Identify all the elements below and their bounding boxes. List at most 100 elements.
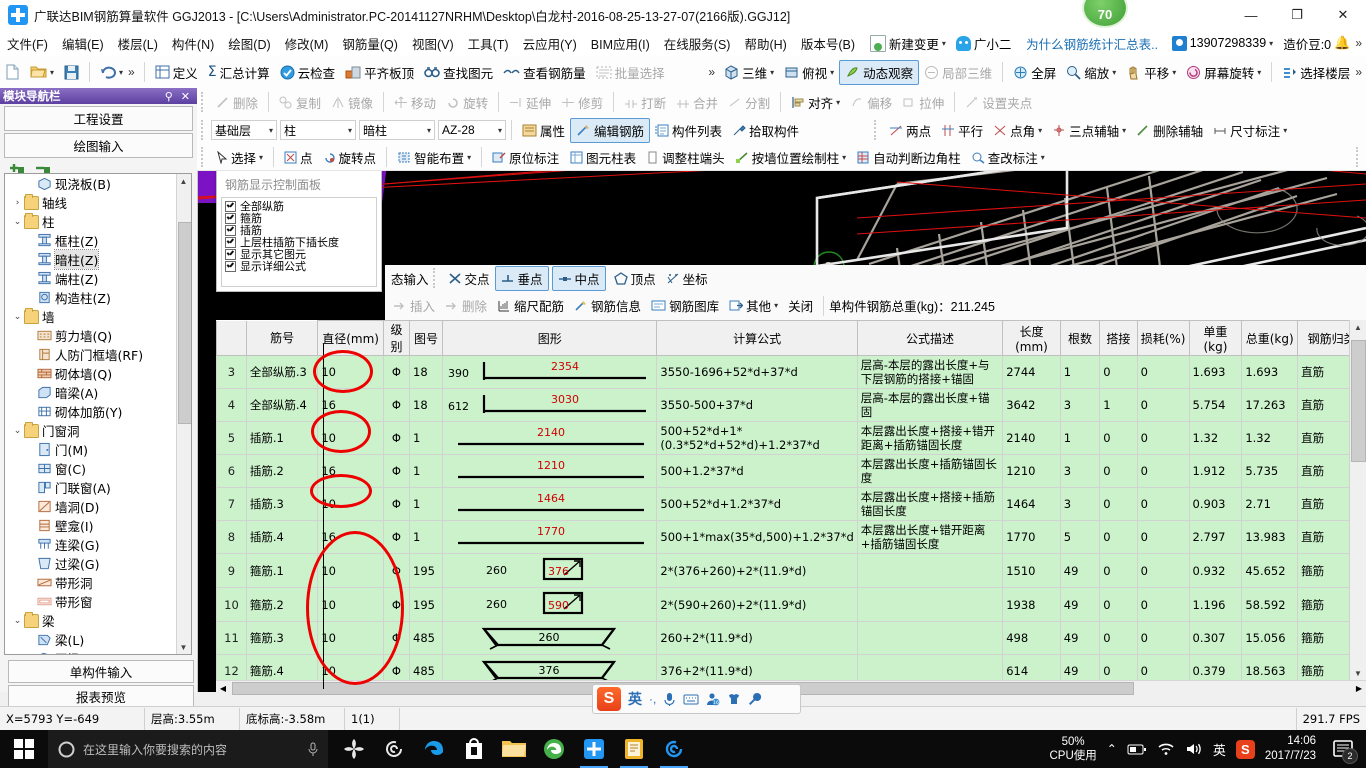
sogou-logo-icon[interactable]: S: [597, 687, 621, 711]
offset-button[interactable]: 偏移: [845, 91, 897, 114]
menu-draw[interactable]: 绘图(D): [221, 31, 277, 56]
cell-total-weight[interactable]: 17.263: [1241, 388, 1299, 422]
cell-formula[interactable]: 2*(376+260)+2*(11.9*d): [656, 553, 858, 588]
chevron-down-icon[interactable]: ▾: [836, 98, 840, 107]
new-file-button[interactable]: [0, 62, 25, 82]
tree-expander-icon[interactable]: ⌄: [11, 217, 24, 227]
cell-description[interactable]: 层高-本层的露出长度+与下层钢筋的搭接+锚固: [856, 355, 1004, 389]
cell-loss[interactable]: 0: [1136, 355, 1190, 389]
cell-loss[interactable]: 0: [1136, 421, 1190, 455]
chevron-down-icon[interactable]: ▾: [770, 68, 774, 77]
pin-icon[interactable]: ⚲: [161, 90, 177, 103]
table-row[interactable]: 9 箍筋.1 10 Φ 195 260 376 2*(376+260)+2*(11.9*d) 1…: [216, 553, 1366, 588]
cell-length[interactable]: 2744: [1002, 355, 1061, 389]
floor-select[interactable]: 基础层 ▾: [211, 120, 277, 140]
cell-unit-weight[interactable]: 0.903: [1188, 487, 1243, 521]
row-index[interactable]: 10: [216, 587, 247, 622]
rotate-button[interactable]: 旋转: [441, 91, 493, 114]
close-button[interactable]: ✕: [1320, 0, 1366, 30]
toolbar-overflow2-icon[interactable]: »: [1355, 65, 1366, 79]
cell-length[interactable]: 3642: [1002, 388, 1061, 422]
cell-count[interactable]: 3: [1059, 454, 1101, 488]
tree-item[interactable]: ⌄ 墙: [5, 307, 177, 326]
close-icon[interactable]: ✕: [177, 90, 194, 103]
cell-lap[interactable]: 0: [1099, 454, 1138, 488]
cell-unit-weight[interactable]: 0.307: [1188, 621, 1243, 655]
taskbar-app-file-explorer[interactable]: [494, 730, 534, 768]
stretch-button[interactable]: 拉伸: [897, 91, 949, 114]
column-header[interactable]: 根数: [1059, 320, 1101, 356]
cell-shape[interactable]: 612 3030: [442, 388, 658, 422]
chevron-down-icon[interactable]: ▾: [1172, 68, 1176, 77]
three-point-axis-button[interactable]: 三点辅轴 ▾: [1047, 119, 1131, 142]
wifi-icon[interactable]: [1157, 742, 1175, 756]
other-button[interactable]: 其他 ▾: [724, 294, 783, 317]
column-header[interactable]: 长度(mm): [1002, 320, 1061, 356]
scroll-right-icon[interactable]: ▶: [1352, 681, 1366, 695]
mirror-button[interactable]: 镜像: [326, 91, 378, 114]
cell-total-weight[interactable]: 15.056: [1241, 621, 1299, 655]
tools-icon[interactable]: [748, 692, 762, 706]
column-header[interactable]: 级别: [382, 320, 411, 356]
rebar-grid[interactable]: 筋号 直径(mm) 级别 图号 图形 计算公式 公式描述 长度(mm) 根数 搭接 损耗(%) 单重(…: [216, 320, 1366, 680]
tree-item[interactable]: 墙洞(D): [5, 497, 177, 516]
cell-formula[interactable]: 3550-1696+52*d+37*d: [656, 355, 858, 389]
checkbox-row-stirrup[interactable]: 箍筋: [222, 212, 376, 224]
scroll-down-icon[interactable]: ▼: [177, 640, 190, 654]
edit-rebar-button[interactable]: 编辑钢筋: [570, 117, 651, 143]
table-row[interactable]: 5 插筋.1 10 Φ 1 2140 500+52*d+1*(0.3*52*d+52*d)+…: [216, 421, 1366, 455]
delete-button[interactable]: 删除: [211, 91, 263, 114]
taskbar-app-sogou-browser[interactable]: [334, 730, 374, 768]
cell-shape-number[interactable]: 1: [409, 487, 444, 521]
cell-rebar-name[interactable]: 箍筋.4: [245, 654, 319, 680]
cell-description[interactable]: 本层露出长度+搭接+插筋锚固长度: [856, 487, 1004, 521]
tree-item[interactable]: 连梁(G): [5, 535, 177, 554]
sogou-tray-icon[interactable]: S: [1235, 739, 1255, 759]
cell-formula[interactable]: 260+2*(11.9*d): [656, 621, 858, 655]
cell-grade[interactable]: Φ: [382, 520, 411, 554]
cell-shape[interactable]: 390 2354: [442, 355, 658, 389]
chevron-down-icon[interactable]: ▾: [119, 68, 123, 77]
microphone-icon[interactable]: [308, 742, 318, 757]
cell-count[interactable]: 49: [1059, 587, 1101, 622]
cloud-check-button[interactable]: 云检查: [275, 61, 341, 84]
grid-vertical-scrollbar[interactable]: ▲ ▼: [1349, 320, 1366, 680]
cell-unit-weight[interactable]: 1.912: [1188, 454, 1243, 488]
cell-formula[interactable]: 376+2*(11.9*d): [656, 654, 858, 680]
snap-midpoint-button[interactable]: 中点: [551, 265, 606, 291]
row-index[interactable]: 6: [216, 454, 247, 488]
menu-modify[interactable]: 修改(M): [278, 31, 336, 56]
chevron-down-icon[interactable]: ▾: [1041, 153, 1045, 162]
nav-button-drawing-input[interactable]: 绘图输入: [4, 133, 193, 158]
batch-select-button[interactable]: 批量选择: [591, 61, 670, 84]
checkbox-row-show-detailed-formula[interactable]: 显示详细公式: [222, 260, 376, 272]
tree-item[interactable]: 梁(L): [5, 630, 177, 649]
chevron-down-icon[interactable]: ▾: [774, 301, 778, 310]
cell-diameter[interactable]: 16: [317, 388, 384, 422]
cell-total-weight[interactable]: 18.563: [1241, 654, 1299, 680]
cell-formula[interactable]: 500+1*max(35*d,500)+1.2*37*d: [656, 520, 858, 554]
cell-lap[interactable]: 0: [1099, 487, 1138, 521]
table-row[interactable]: 7 插筋.3 10 Φ 1 1464 500+52*d+1.2*37*d 本层露出长度+搭接+…: [216, 487, 1366, 521]
ime-toolbar[interactable]: S 英 ·, 16: [592, 684, 801, 714]
column-header[interactable]: 总重(kg): [1241, 320, 1299, 356]
top-view-button[interactable]: 俯视 ▾: [779, 61, 839, 84]
tree-item[interactable]: 端柱(Z): [5, 269, 177, 288]
cell-grade[interactable]: Φ: [382, 587, 411, 622]
cell-unit-weight[interactable]: 1.32: [1188, 421, 1243, 455]
cell-description[interactable]: 本层露出长度+搭接+错开距离+插筋锚固长度: [856, 421, 1004, 455]
cell-length[interactable]: 1464: [1002, 487, 1061, 521]
table-row[interactable]: 6 插筋.2 16 Φ 1 1210 500+1.2*37*d 本层露出长度+插筋锚固长度 12…: [216, 454, 1366, 488]
snap-vertex-button[interactable]: 顶点: [609, 267, 661, 290]
cell-loss[interactable]: 0: [1136, 621, 1190, 655]
category-select[interactable]: 柱 ▾: [280, 120, 356, 140]
align-button[interactable]: 对齐 ▾: [786, 91, 845, 114]
menu-online[interactable]: 在线服务(S): [657, 31, 738, 56]
points-display[interactable]: 造价豆:0 🔔: [1278, 32, 1355, 55]
menu-edit[interactable]: 编辑(E): [55, 31, 111, 56]
cell-shape[interactable]: 2140: [442, 421, 658, 455]
cell-count[interactable]: 49: [1059, 553, 1101, 588]
column-header[interactable]: [216, 320, 247, 356]
column-header[interactable]: 筋号: [245, 320, 319, 356]
open-file-button[interactable]: ▾: [25, 62, 59, 82]
